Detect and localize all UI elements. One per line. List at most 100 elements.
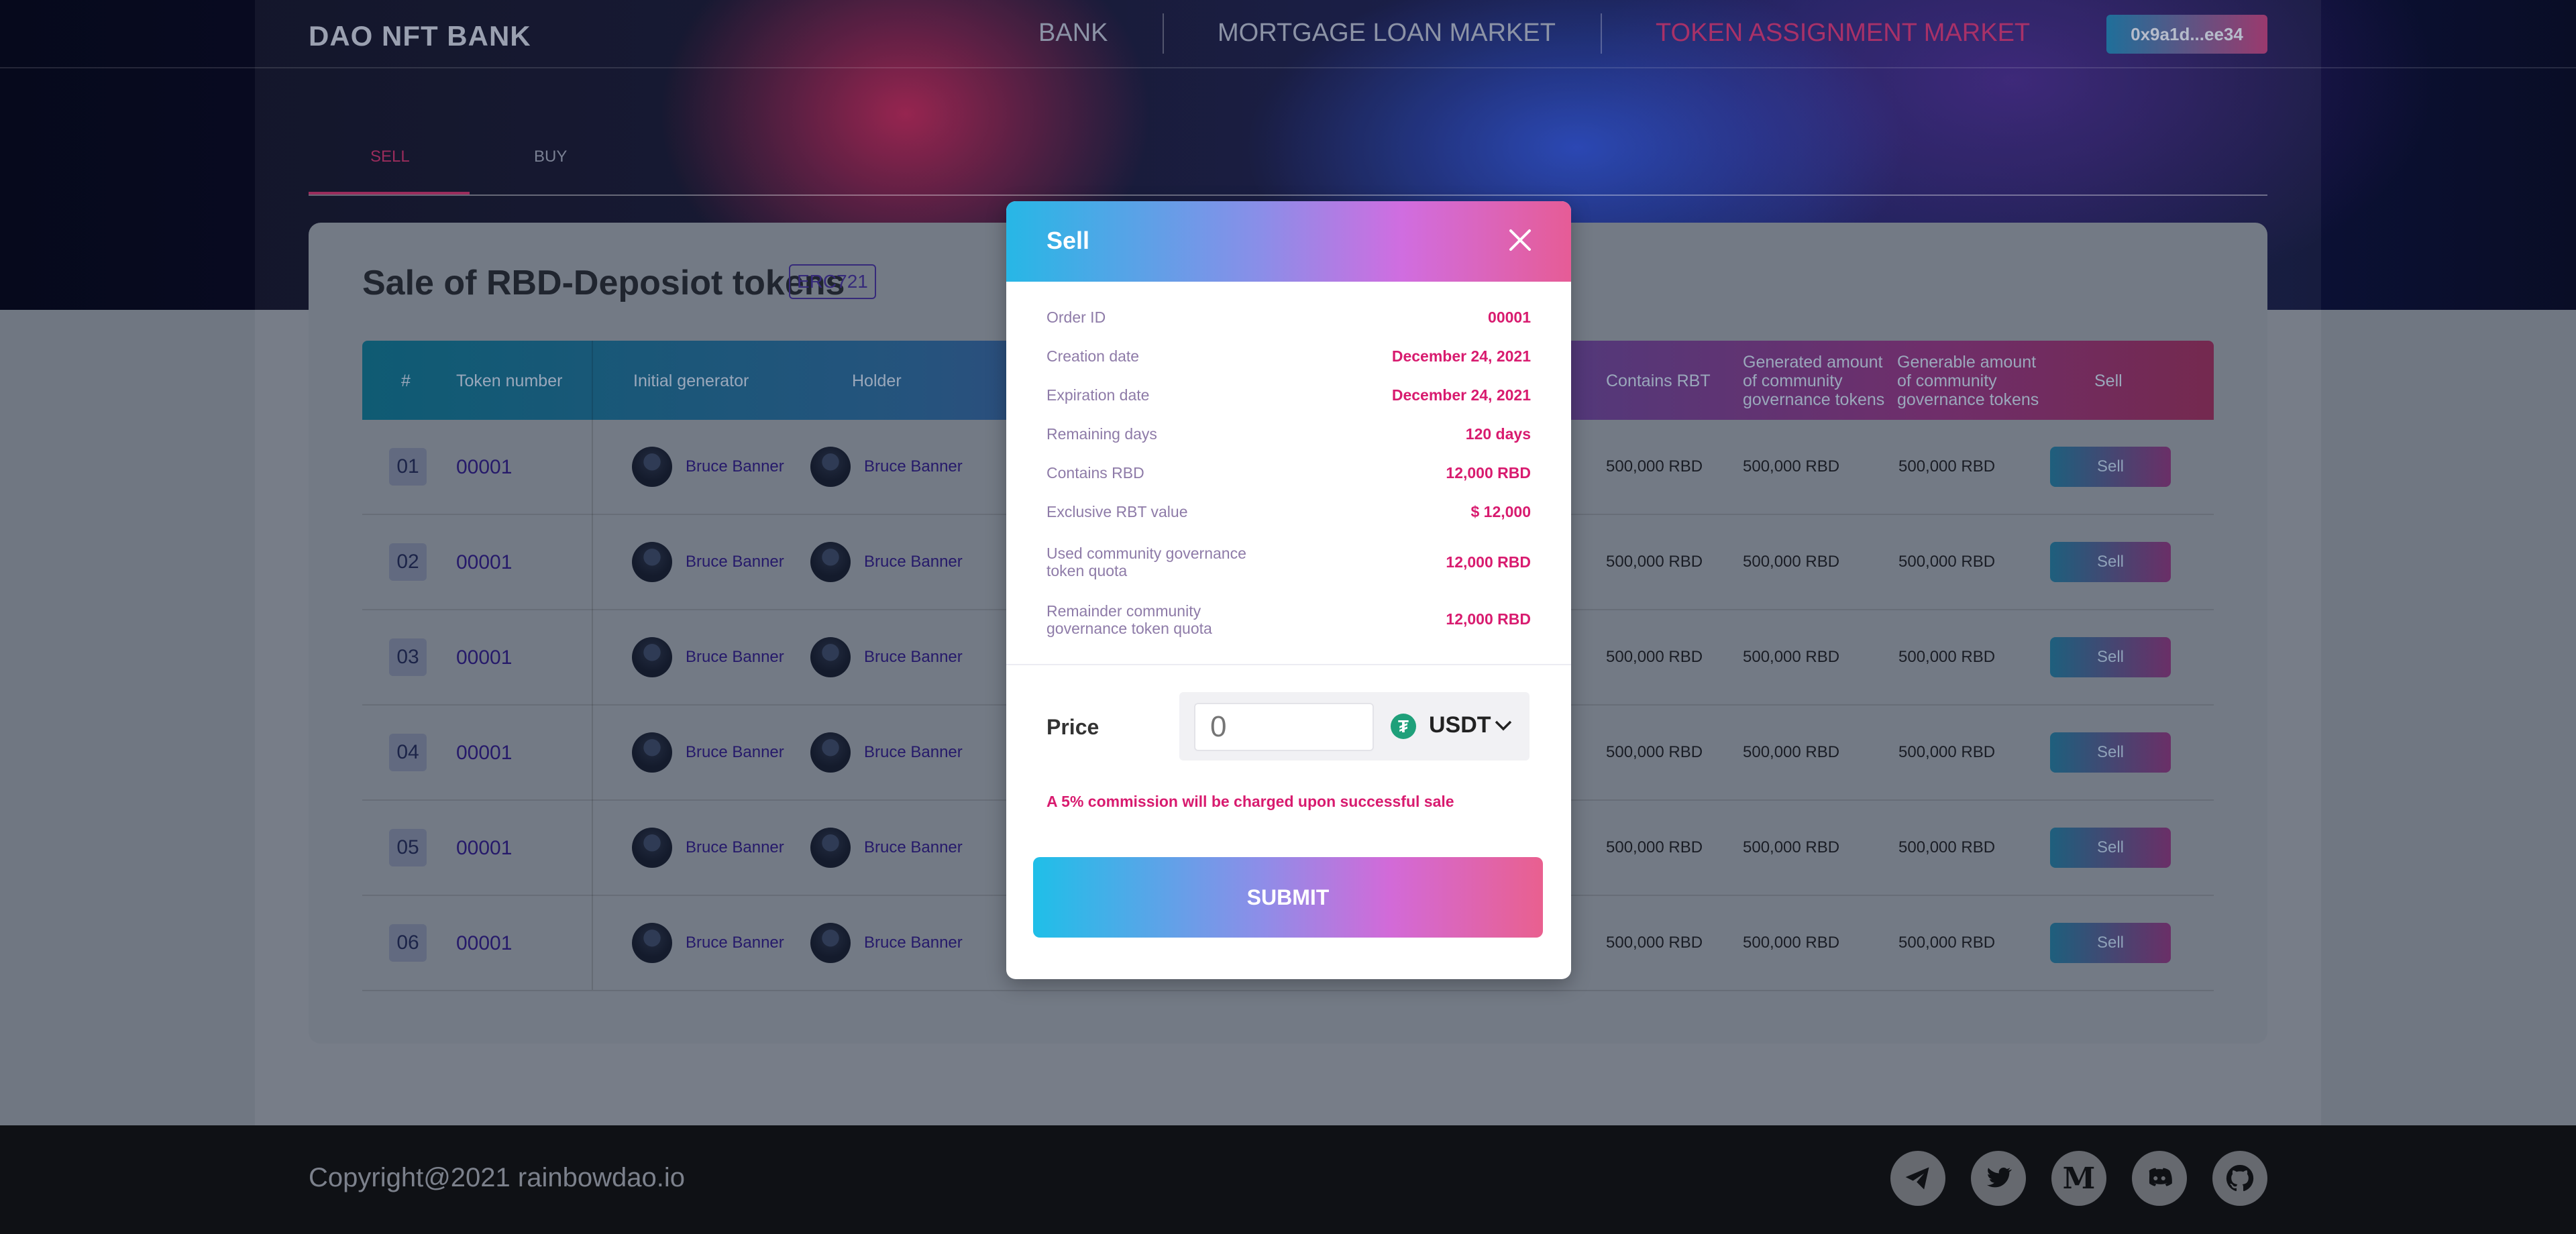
detail-value: 12,000 RBD [1446, 553, 1531, 571]
commission-note: A 5% commission will be charged upon suc… [1046, 793, 1454, 810]
avatar [810, 637, 851, 677]
generated-amount-value: 500,000 RBD [1743, 934, 1840, 952]
token-number[interactable]: 00001 [456, 456, 512, 479]
sell-button[interactable]: Sell [2050, 637, 2171, 677]
col-header-generated-amount: Generated amount of community governance… [1743, 353, 1885, 409]
holder-name[interactable]: Bruce Banner [864, 648, 963, 667]
tab-sell[interactable]: SELL [370, 148, 410, 166]
sell-button[interactable]: Sell [2050, 732, 2171, 773]
erc721-badge: ERC721 [789, 264, 876, 299]
generated-amount-value: 500,000 RBD [1743, 838, 1840, 856]
currency-select[interactable]: USDT [1429, 712, 1491, 738]
close-icon[interactable] [1503, 223, 1538, 258]
sell-button[interactable]: Sell [2050, 542, 2171, 582]
chevron-down-icon[interactable] [1493, 718, 1513, 734]
initial-generator-name[interactable]: Bruce Banner [686, 648, 784, 667]
nav-divider [1601, 13, 1602, 54]
token-number[interactable]: 00001 [456, 932, 512, 955]
token-number[interactable]: 00001 [456, 551, 512, 574]
generable-amount-value: 500,000 RBD [1898, 838, 1996, 856]
detail-value: $ 12,000 [1470, 503, 1531, 520]
holder-name[interactable]: Bruce Banner [864, 838, 963, 857]
sell-button[interactable]: Sell [2050, 828, 2171, 868]
nav-token-assignment-market[interactable]: TOKEN ASSIGNMENT MARKET [1656, 19, 2030, 48]
price-input[interactable] [1194, 703, 1374, 751]
generable-amount-value: 500,000 RBD [1898, 934, 1996, 952]
modal-title: Sell [1046, 227, 1090, 254]
detail-label: Creation date [1046, 347, 1140, 365]
generated-amount-value: 500,000 RBD [1743, 648, 1840, 666]
telegram-icon[interactable] [1890, 1151, 1945, 1206]
initial-generator-name[interactable]: Bruce Banner [686, 457, 784, 476]
holder-name[interactable]: Bruce Banner [864, 743, 963, 762]
detail-label: Exclusive RBT value [1046, 503, 1188, 520]
generated-amount-value: 500,000 RBD [1743, 743, 1840, 761]
avatar [810, 828, 851, 868]
avatar [632, 828, 672, 868]
avatar [632, 542, 672, 582]
detail-value: December 24, 2021 [1391, 347, 1531, 365]
detail-value: 12,000 RBD [1446, 610, 1531, 628]
nav-bank[interactable]: BANK [1038, 19, 1108, 48]
medium-icon[interactable]: M [2051, 1151, 2106, 1206]
col-header-index: # [401, 372, 411, 390]
initial-generator-name[interactable]: Bruce Banner [686, 553, 784, 571]
avatar [632, 923, 672, 963]
generable-amount-value: 500,000 RBD [1898, 648, 1996, 666]
holder-name[interactable]: Bruce Banner [864, 934, 963, 952]
nav-mortgage-loan-market[interactable]: MORTGAGE LOAN MARKET [1218, 19, 1556, 48]
avatar [632, 637, 672, 677]
avatar [810, 542, 851, 582]
detail-label: Contains RBD [1046, 464, 1144, 482]
header-divider [0, 67, 2576, 68]
avatar [632, 732, 672, 773]
col-header-contains-rbt: Contains RBT [1606, 372, 1711, 390]
wallet-address-button[interactable]: 0x9a1d...ee34 [2106, 15, 2267, 54]
card-title: Sale of RBD-Deposiot tokens [362, 264, 845, 302]
col-header-initial-generator: Initial generator [633, 372, 749, 390]
logo[interactable]: DAO NFT BANK [309, 20, 531, 52]
detail-value: 12,000 RBD [1446, 464, 1531, 482]
github-icon[interactable] [2212, 1151, 2267, 1206]
sell-button[interactable]: Sell [2050, 447, 2171, 487]
twitter-icon[interactable] [1971, 1151, 2026, 1206]
avatar [632, 447, 672, 487]
submit-button[interactable]: SUBMIT [1033, 857, 1543, 938]
detail-value: 120 days [1465, 425, 1531, 443]
detail-label: Expiration date [1046, 386, 1150, 404]
token-number[interactable]: 00001 [456, 837, 512, 860]
tab-active-indicator [309, 192, 470, 194]
generated-amount-value: 500,000 RBD [1743, 553, 1840, 571]
row-number: 01 [389, 448, 427, 486]
tab-buy[interactable]: BUY [534, 148, 567, 166]
price-label: Price [1046, 715, 1099, 739]
contains-rbt-value: 500,000 RBD [1606, 553, 1703, 571]
avatar [810, 923, 851, 963]
detail-label: Order ID [1046, 308, 1106, 326]
detail-label: Remaining days [1046, 425, 1157, 443]
holder-name[interactable]: Bruce Banner [864, 457, 963, 476]
token-number[interactable]: 00001 [456, 742, 512, 765]
contains-rbt-value: 500,000 RBD [1606, 934, 1703, 952]
col-header-holder: Holder [852, 372, 902, 390]
modal-header [1006, 201, 1571, 282]
contains-rbt-value: 500,000 RBD [1606, 457, 1703, 475]
modal-divider [1006, 664, 1571, 665]
initial-generator-name[interactable]: Bruce Banner [686, 743, 784, 762]
discord-icon[interactable] [2132, 1151, 2187, 1206]
row-number: 04 [389, 734, 427, 771]
initial-generator-name[interactable]: Bruce Banner [686, 838, 784, 857]
generable-amount-value: 500,000 RBD [1898, 553, 1996, 571]
holder-name[interactable]: Bruce Banner [864, 553, 963, 571]
contains-rbt-value: 500,000 RBD [1606, 648, 1703, 666]
contains-rbt-value: 500,000 RBD [1606, 743, 1703, 761]
sell-modal: Sell Order ID 00001 Creation date December … [1006, 201, 1571, 979]
sell-button[interactable]: Sell [2050, 923, 2171, 963]
generable-amount-value: 500,000 RBD [1898, 743, 1996, 761]
avatar [810, 447, 851, 487]
token-number[interactable]: 00001 [456, 647, 512, 669]
detail-value: December 24, 2021 [1391, 386, 1531, 404]
initial-generator-name[interactable]: Bruce Banner [686, 934, 784, 952]
col-header-sell: Sell [2094, 372, 2123, 390]
nav-divider [1163, 13, 1164, 54]
